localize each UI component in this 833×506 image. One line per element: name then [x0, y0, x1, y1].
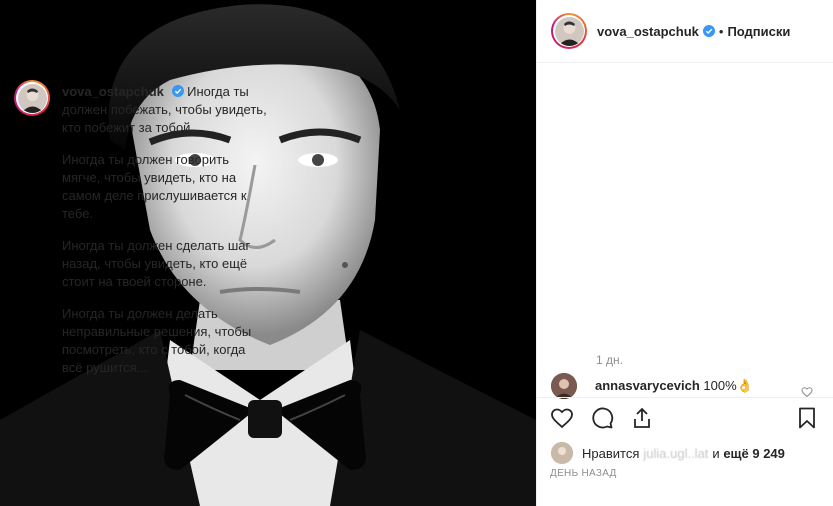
share-icon[interactable]: [630, 406, 654, 430]
comment-icon[interactable]: [590, 406, 614, 430]
comment-text: annasvarycevich 100%👌: [595, 378, 753, 394]
avatar-image: [554, 16, 584, 46]
following-button[interactable]: Подписки: [727, 24, 790, 39]
caption-time: 1 дн.: [596, 353, 623, 367]
likes-row: Нравится julia.ugl..lat и ещё 9 249: [550, 441, 785, 465]
caption-paragraph: Иногда ты должен сделать шаг назад, чтоб…: [62, 238, 251, 289]
post-date[interactable]: ДЕНЬ НАЗАД: [550, 468, 617, 479]
verified-icon: [702, 25, 715, 37]
bookmark-icon[interactable]: [795, 406, 819, 430]
post-actions: Нравится julia.ugl..lat и ещё 9 249 ДЕНЬ…: [536, 397, 833, 506]
likes-and: и: [712, 445, 720, 461]
comment-avatar[interactable]: [551, 373, 577, 399]
liker-avatar[interactable]: [550, 441, 574, 465]
separator-dot: •: [718, 23, 724, 39]
comment-row: annasvarycevich 100%👌: [551, 373, 821, 399]
heart-icon[interactable]: [550, 406, 574, 430]
avatar[interactable]: [551, 13, 587, 49]
caption-text: vova_ostapchuk Иногда ты должен побежать…: [62, 80, 267, 391]
likes-count[interactable]: ещё 9 249: [723, 446, 785, 461]
header-username[interactable]: vova_ostapchuk: [597, 24, 699, 39]
caption-username[interactable]: vova_ostapchuk: [62, 84, 164, 99]
likes-prefix: Нравится: [582, 445, 640, 461]
verified-icon: [171, 85, 184, 97]
post-caption: vova_ostapchuk Иногда ты должен побежать…: [14, 80, 284, 391]
comment-body: 100%👌: [703, 378, 753, 393]
caption-paragraph: Иногда ты должен говорить мягче, чтобы у…: [62, 152, 247, 221]
caption-paragraph: Иногда ты должен делать неправильные реш…: [62, 306, 252, 375]
liker-username[interactable]: julia.ugl..lat: [643, 446, 708, 461]
caption-avatar[interactable]: [14, 80, 50, 116]
post-header: vova_ostapchuk • Подписки: [537, 0, 833, 63]
comment-username[interactable]: annasvarycevich: [595, 378, 700, 393]
